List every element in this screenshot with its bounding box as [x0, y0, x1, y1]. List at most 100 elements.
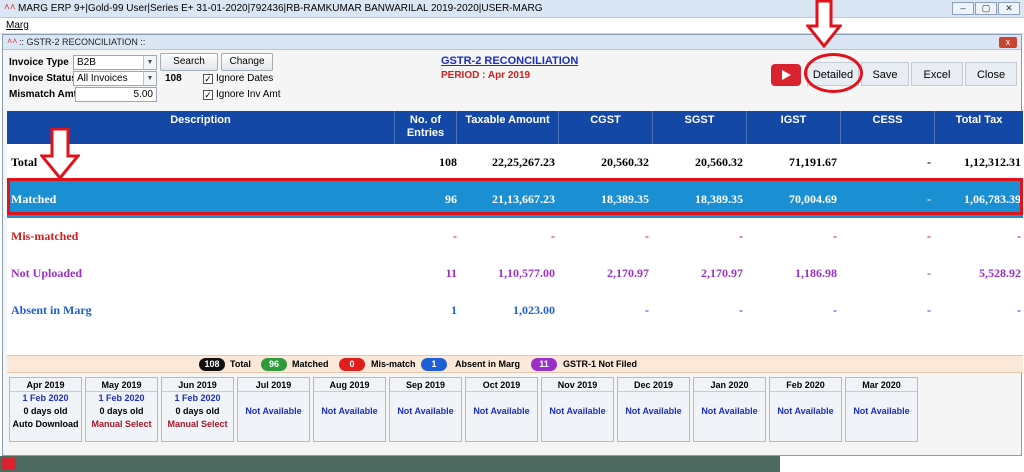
month-age: 0 days old: [175, 406, 220, 416]
menu-bar: Marg: [0, 18, 1024, 34]
invoice-status-select[interactable]: All Invoices ▼: [73, 71, 157, 86]
month-sep-2019[interactable]: Sep 2019 Not Available: [389, 377, 462, 442]
month-apr-2019[interactable]: Apr 2019 1 Feb 2020 0 days old Auto Down…: [9, 377, 82, 442]
status-bar-panel: [0, 456, 780, 472]
legend-not-filed-label: GSTR-1 Not Filed: [563, 359, 637, 369]
month-status: Not Available: [549, 406, 606, 416]
row-description: Not Uploaded: [11, 266, 83, 280]
invoice-status-value: All Invoices: [77, 73, 128, 84]
month-name: Jun 2019: [162, 378, 233, 392]
legend-bar: 108 Total 96 Matched 0 Mis-match 1 Absen…: [7, 355, 1023, 373]
legend-not-filed-count: 11: [531, 358, 557, 371]
table-empty-area: [7, 329, 1023, 355]
legend-mismatch-count: 0: [339, 358, 365, 371]
month-mar-2020[interactable]: Mar 2020 Not Available: [845, 377, 918, 442]
month-age: 0 days old: [23, 406, 68, 416]
month-date: 1 Feb 2020: [22, 393, 69, 403]
row-sgst: -: [739, 229, 743, 243]
month-name: May 2019: [86, 378, 157, 392]
ignore-dates-label: Ignore Dates: [216, 73, 274, 84]
column-total-tax: Total Tax: [955, 114, 1003, 126]
change-button[interactable]: Change: [221, 53, 273, 71]
search-button[interactable]: Search: [160, 53, 218, 71]
youtube-video-icon[interactable]: [771, 64, 801, 86]
excel-button[interactable]: Excel: [911, 62, 963, 86]
close-icon[interactable]: ✕: [998, 2, 1020, 15]
chevron-down-icon: ▼: [143, 56, 156, 69]
invoice-type-select[interactable]: B2B ▼: [73, 55, 157, 70]
reconciliation-window: ^^ :: GSTR-2 RECONCILIATION :: x Invoice…: [2, 34, 1023, 456]
month-name: Nov 2019: [542, 378, 613, 392]
mismatch-amt-input[interactable]: 5.00: [75, 87, 157, 102]
save-button[interactable]: Save: [861, 62, 909, 86]
month-status: Not Available: [321, 406, 378, 416]
table-row-not-uploaded[interactable]: Not Uploaded 11 1,10,577.00 2,170.97 2,1…: [7, 255, 1023, 292]
column-cess: CESS: [841, 111, 935, 144]
row-description: Absent in Marg: [11, 303, 92, 317]
mismatch-amt-label: Mismatch Amt: [9, 89, 77, 100]
close-button[interactable]: Close: [965, 62, 1017, 86]
status-bar: [0, 456, 1024, 472]
month-status: Not Available: [853, 406, 910, 416]
table-row-absent[interactable]: Absent in Marg 1 1,023.00 - - - - -: [7, 292, 1023, 329]
month-jul-2019[interactable]: Jul 2019 Not Available: [237, 377, 310, 442]
month-name: Jul 2019: [238, 378, 309, 392]
month-nov-2019[interactable]: Nov 2019 Not Available: [541, 377, 614, 442]
matched-row-highlight: [7, 178, 1023, 215]
row-taxable: -: [551, 229, 555, 243]
window-title: :: GSTR-2 RECONCILIATION ::: [19, 37, 146, 47]
window-controls: – ▢ ✕: [952, 2, 1020, 15]
month-name: Dec 2019: [618, 378, 689, 392]
window-logo-icon: ^^: [7, 37, 18, 47]
month-name: Mar 2020: [846, 378, 917, 392]
window-title-bar: ^^ :: GSTR-2 RECONCILIATION :: x: [3, 35, 1021, 50]
window-close-button[interactable]: x: [999, 37, 1017, 48]
month-name: Oct 2019: [466, 378, 537, 392]
column-sgst: SGST: [653, 111, 747, 144]
row-entries: 1: [451, 303, 457, 317]
row-cess: -: [927, 155, 931, 169]
month-status: Not Available: [397, 406, 454, 416]
page-title: GSTR-2 RECONCILIATION: [441, 55, 579, 67]
month-mode: Auto Download: [12, 419, 79, 429]
month-aug-2019[interactable]: Aug 2019 Not Available: [313, 377, 386, 442]
month-status: Not Available: [473, 406, 530, 416]
app-title: MARG ERP 9+|Gold-99 User|Series E+ 31-01…: [18, 3, 543, 14]
month-dec-2019[interactable]: Dec 2019 Not Available: [617, 377, 690, 442]
legend-total-count: 108: [199, 358, 225, 371]
row-cess: -: [927, 266, 931, 280]
month-jun-2019[interactable]: Jun 2019 1 Feb 2020 0 days old Manual Se…: [161, 377, 234, 442]
row-igst: 1,186.98: [795, 266, 837, 280]
invoice-type-value: B2B: [77, 57, 96, 68]
checkmark-icon: ✓: [203, 89, 213, 100]
month-feb-2020[interactable]: Feb 2020 Not Available: [769, 377, 842, 442]
table-row[interactable]: Total 108 22,25,267.23 20,560.32 20,560.…: [7, 144, 1023, 181]
row-cgst: -: [645, 303, 649, 317]
ignore-inv-amt-checkbox[interactable]: ✓ Ignore Inv Amt: [203, 89, 280, 100]
row-cgst: 20,560.32: [601, 155, 649, 169]
row-description: Mis-matched: [11, 229, 79, 243]
legend-absent-count: 1: [421, 358, 447, 371]
legend-matched-count: 96: [261, 358, 287, 371]
month-jan-2020[interactable]: Jan 2020 Not Available: [693, 377, 766, 442]
menu-item-marg[interactable]: Marg: [6, 20, 29, 31]
invoice-type-label: Invoice Type: [9, 57, 69, 68]
app-title-bar: ^^ MARG ERP 9+|Gold-99 User|Series E+ 31…: [0, 0, 1024, 18]
minimize-icon[interactable]: –: [952, 2, 974, 15]
maximize-icon[interactable]: ▢: [975, 2, 997, 15]
row-cess: -: [927, 229, 931, 243]
table-row-mismatched[interactable]: Mis-matched - - - - - - -: [7, 218, 1023, 255]
row-sgst: -: [739, 303, 743, 317]
month-oct-2019[interactable]: Oct 2019 Not Available: [465, 377, 538, 442]
play-icon[interactable]: [2, 458, 16, 470]
legend-mismatch-label: Mis-match: [371, 359, 416, 369]
row-taxable: 1,10,577.00: [498, 266, 555, 280]
month-name: Feb 2020: [770, 378, 841, 392]
month-may-2019[interactable]: May 2019 1 Feb 2020 0 days old Manual Se…: [85, 377, 158, 442]
ignore-dates-checkbox[interactable]: ✓ Ignore Dates: [203, 73, 273, 84]
month-mode: Manual Select: [167, 419, 228, 429]
row-igst: -: [833, 229, 837, 243]
column-entries: No. of Entries: [395, 111, 457, 144]
month-status: Not Available: [777, 406, 834, 416]
month-name: Sep 2019: [390, 378, 461, 392]
